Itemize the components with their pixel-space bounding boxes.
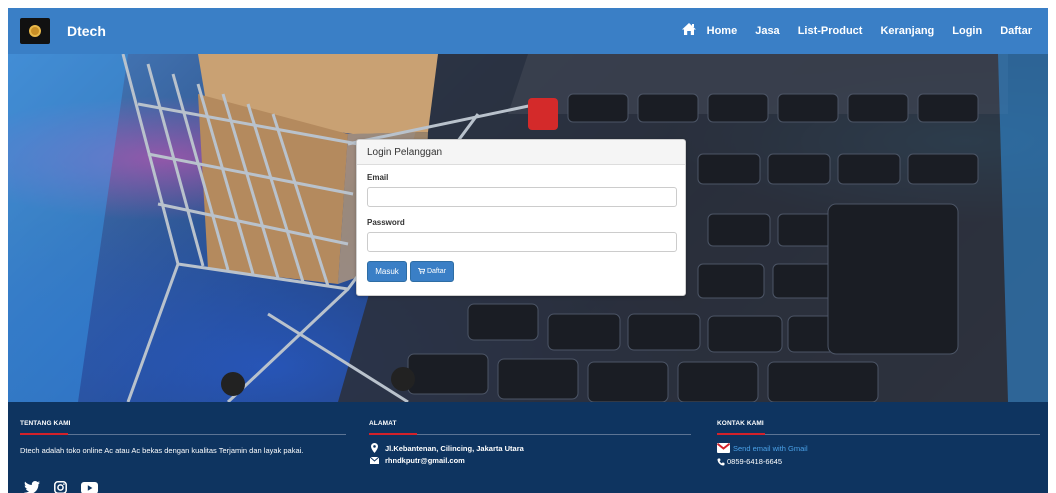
about-divider-accent [20, 433, 68, 435]
nav-home[interactable]: Home [707, 25, 738, 37]
address-street-line: Jl.Kebantenan, Cilincing, Jakarta Utara [369, 443, 524, 453]
login-panel: Login Pelanggan Email Password Masuk Daf… [356, 139, 686, 296]
social-links [24, 481, 112, 493]
daftar-button-label: Daftar [426, 268, 447, 275]
address-divider-accent [369, 433, 417, 435]
nav-menu: Home Jasa List-Product Keranjang Login D… [681, 22, 1032, 41]
logo-emblem-icon [29, 25, 41, 37]
address-email: rhndkputr@gmail.com [385, 456, 465, 465]
phone-line: 0859-6418-6645 [717, 457, 782, 466]
daftar-button[interactable]: Daftar [410, 261, 454, 282]
twitter-icon[interactable] [24, 481, 40, 493]
address-email-line: rhndkputr@gmail.com [369, 456, 465, 465]
cart-icon [418, 267, 426, 276]
nav-jasa[interactable]: Jasa [755, 25, 779, 37]
masuk-button-label: Masuk [375, 267, 399, 276]
address-title: ALAMAT [369, 420, 397, 427]
login-actions: Masuk Daftar [367, 261, 675, 282]
address-divider [369, 434, 691, 435]
phone-number: 0859-6418-6645 [727, 457, 783, 466]
login-form: Email Password Masuk Daftar [357, 165, 685, 282]
instagram-icon[interactable] [54, 481, 67, 493]
email-field[interactable] [367, 187, 677, 207]
about-text: Dtech adalah toko online Ac atau Ac beka… [20, 446, 304, 455]
gmail-line: Send email with Gmail [717, 443, 808, 453]
contact-divider-accent [717, 433, 765, 435]
nav-daftar[interactable]: Daftar [1000, 25, 1032, 37]
nav-keranjang[interactable]: Keranjang [880, 25, 934, 37]
gmail-icon [717, 443, 730, 453]
email-label: Email [367, 173, 389, 182]
brand-logo[interactable] [20, 18, 50, 44]
envelope-icon [369, 457, 379, 464]
masuk-button[interactable]: Masuk [367, 261, 407, 282]
home-icon[interactable] [681, 22, 697, 41]
map-marker-icon [369, 443, 379, 453]
address-street: Jl.Kebantenan, Cilincing, Jakarta Utara [385, 443, 524, 453]
gmail-link[interactable]: Send email with Gmail [733, 444, 808, 453]
about-title: TENTANG KAMI [20, 420, 71, 427]
password-label: Password [367, 218, 405, 227]
youtube-icon[interactable] [81, 481, 98, 493]
nav-login[interactable]: Login [952, 25, 982, 37]
brand-name[interactable]: Dtech [67, 23, 106, 39]
about-divider [20, 434, 346, 435]
contact-title: KONTAK KAMI [717, 420, 764, 427]
phone-icon [717, 458, 725, 466]
footer: TENTANG KAMI Dtech adalah toko online Ac… [8, 402, 1048, 493]
nav-list-product[interactable]: List-Product [798, 25, 863, 37]
login-panel-title: Login Pelanggan [357, 140, 685, 165]
contact-divider [717, 434, 1040, 435]
password-field[interactable] [367, 232, 677, 252]
navbar: Dtech Home Jasa List-Product Keranjang L… [8, 8, 1048, 54]
